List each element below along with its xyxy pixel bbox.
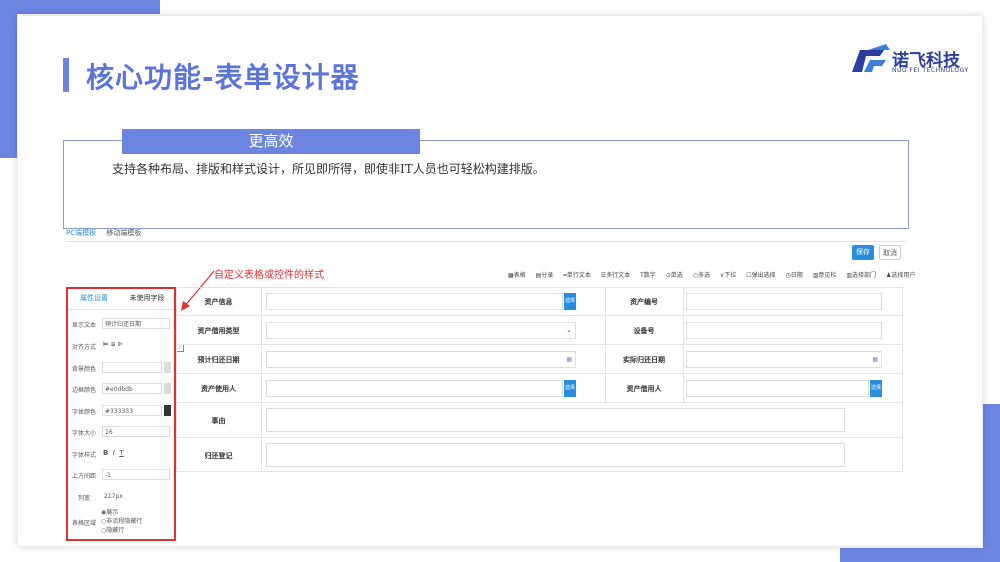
panel-divider bbox=[68, 309, 174, 310]
corner-accent-bottom bbox=[840, 548, 1000, 562]
grid-line bbox=[176, 437, 903, 438]
panel-label-top-spacing: 上方间距 bbox=[72, 473, 97, 480]
border-color-input[interactable]: #e0dbdb bbox=[102, 383, 162, 394]
return-registration-textarea[interactable] bbox=[266, 443, 845, 467]
grid-line bbox=[261, 287, 262, 472]
borrow-type-select[interactable]: ⌄ bbox=[266, 322, 576, 339]
asset-info-input[interactable] bbox=[266, 293, 563, 310]
toolbar-dropdown[interactable]: ∨下拉 bbox=[720, 272, 740, 279]
save-button[interactable]: 保存 bbox=[852, 245, 874, 260]
corner-accent-left bbox=[0, 0, 17, 158]
grid-line bbox=[176, 315, 903, 316]
column-width-value: 217px bbox=[104, 493, 123, 500]
radio-show[interactable]: ◉展示 bbox=[101, 507, 118, 516]
radio-hide-row[interactable]: ○隐藏行 bbox=[101, 525, 124, 534]
label-asset-info: 资产信息 bbox=[204, 298, 233, 306]
cancel-button[interactable]: 取消 bbox=[879, 245, 901, 260]
bg-color-swatch[interactable] bbox=[164, 362, 171, 373]
toolbar-number[interactable]: T数字 bbox=[640, 272, 660, 279]
radio-hide-non-flow[interactable]: ○非流程隐藏行 bbox=[101, 516, 142, 525]
font-color-swatch[interactable] bbox=[164, 405, 171, 416]
panel-label-font-color: 字体颜色 bbox=[72, 409, 97, 416]
asset-info-select-button[interactable]: 选择 bbox=[564, 293, 576, 310]
logo-subtitle: NUO FEI TECHNOLOGY bbox=[892, 67, 969, 74]
label-actual-return-date: 实际归还日期 bbox=[623, 356, 665, 364]
font-style-buttons: B I T bbox=[103, 449, 124, 457]
title-accent-bar bbox=[63, 58, 69, 92]
asset-borrower-select-button[interactable]: 选择 bbox=[870, 380, 882, 397]
reason-textarea[interactable] bbox=[266, 408, 845, 432]
corner-accent-top bbox=[0, 0, 160, 14]
toolbar-table[interactable]: ▦表格 bbox=[508, 272, 530, 279]
toolbar-date[interactable]: ◷日期 bbox=[786, 272, 807, 279]
label-asset-number: 资产编号 bbox=[630, 298, 658, 306]
toolbar-entry[interactable]: ▤分录 bbox=[536, 272, 558, 279]
asset-user-input[interactable] bbox=[266, 380, 563, 397]
toolbar-radio[interactable]: ⊙单选 bbox=[666, 272, 687, 279]
expected-return-date-input[interactable]: ▦ bbox=[266, 351, 576, 368]
panel-label-table-area: 表格区域 bbox=[72, 520, 97, 527]
label-reason: 事由 bbox=[211, 417, 226, 425]
grid-line bbox=[176, 402, 903, 403]
toolbar-checkbox[interactable]: ○多选 bbox=[693, 272, 714, 279]
font-color-input[interactable]: #333333 bbox=[102, 405, 162, 416]
feature-description: 支持各种布局、排版和样式设计，所见即所得，即使非IT人员也可轻松构建排版。 bbox=[112, 162, 545, 176]
italic-button[interactable]: I bbox=[113, 449, 115, 457]
toolbar-popup-select[interactable]: ☐弹出选择 bbox=[746, 272, 779, 279]
asset-borrower-input[interactable] bbox=[686, 380, 869, 397]
label-return-registration: 归还登记 bbox=[204, 452, 233, 460]
grid-line bbox=[176, 344, 903, 345]
label-asset-borrow-type: 资产借用类型 bbox=[197, 327, 240, 335]
align-icons[interactable]: ⊨ ≡ ⊩ bbox=[103, 341, 123, 348]
label-asset-borrower: 资产借用人 bbox=[626, 385, 662, 393]
tab-property-settings[interactable]: 属性设置 bbox=[68, 287, 120, 309]
toolbar-select-user[interactable]: ♟选择用户 bbox=[886, 272, 919, 279]
underline-button[interactable]: T bbox=[119, 449, 123, 457]
asset-user-select-button[interactable]: 选择 bbox=[564, 380, 576, 397]
bold-button[interactable]: B bbox=[103, 449, 108, 457]
corner-accent-right bbox=[983, 404, 1000, 562]
page-title: 核心功能-表单设计器 bbox=[86, 61, 360, 94]
panel-label-column-width: 列宽 bbox=[78, 495, 91, 502]
asset-number-input[interactable] bbox=[686, 293, 882, 310]
border-color-swatch[interactable] bbox=[164, 383, 171, 394]
device-number-input[interactable] bbox=[686, 322, 882, 339]
feature-tag: 更高效 bbox=[122, 129, 420, 154]
actual-return-date-input[interactable]: ▦ bbox=[686, 351, 882, 368]
label-device-number: 设备号 bbox=[633, 327, 655, 335]
panel-label-font-size: 字体大小 bbox=[72, 430, 97, 437]
toolbar-multi-line[interactable]: ☰多行文本 bbox=[601, 272, 634, 279]
panel-label-font-style: 字体样式 bbox=[72, 452, 97, 459]
template-tabs: PC端模板 移动端模板 bbox=[66, 228, 149, 242]
toolbar-select-dept[interactable]: ▥选择部门 bbox=[846, 272, 880, 279]
grid-line bbox=[176, 373, 903, 374]
bg-color-input[interactable] bbox=[102, 362, 162, 373]
tab-mobile-template[interactable]: 移动端模板 bbox=[106, 228, 141, 241]
label-expected-return-date: 预计归还日期 bbox=[197, 356, 240, 364]
tabs-divider bbox=[66, 241, 906, 242]
toolbar-opinion[interactable]: ▥意见栏 bbox=[813, 272, 841, 279]
tab-unused-fields[interactable]: 未使用字段 bbox=[120, 287, 174, 309]
tab-pc-template[interactable]: PC端模板 bbox=[66, 228, 97, 242]
top-spacing-input[interactable]: -1 bbox=[102, 469, 170, 480]
toolbar-single-line[interactable]: ═单行文本 bbox=[563, 272, 595, 279]
font-size-input[interactable]: 16 bbox=[102, 426, 170, 437]
panel-label-border-color: 边框颜色 bbox=[72, 387, 97, 394]
panel-label-bg-color: 背景颜色 bbox=[72, 366, 97, 373]
field-toolbar: ▦表格 ▤分录 ═单行文本 ☰多行文本 T数字 ⊙单选 ○多选 ∨下拉 ☐弹出选… bbox=[508, 270, 923, 279]
panel-label-align: 对齐方式 bbox=[72, 344, 97, 351]
annotation-text: 自定义表格或控件的样式 bbox=[214, 270, 324, 281]
grid-line bbox=[683, 287, 684, 403]
label-asset-user: 资产使用人 bbox=[201, 385, 236, 393]
panel-label-display-text: 显示文本 bbox=[72, 322, 97, 329]
display-text-input[interactable]: 预计归还日期 bbox=[102, 318, 170, 329]
